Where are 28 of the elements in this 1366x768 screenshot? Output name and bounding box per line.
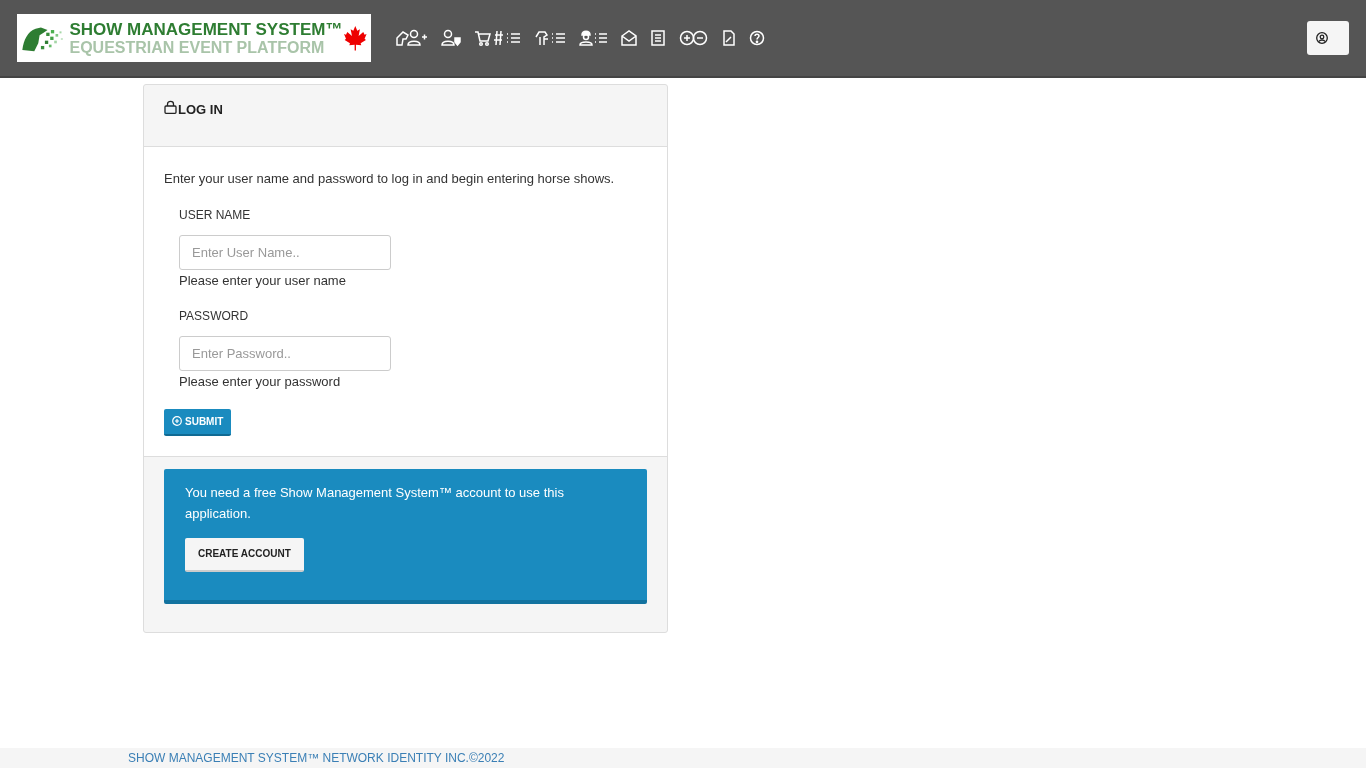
logo-subtitle: EQUESTRIAN EVENT PLATFORM [69, 39, 326, 56]
help-icon[interactable] [749, 30, 765, 46]
plus-circle-icon [172, 416, 182, 426]
worker-list-icon[interactable] [579, 29, 607, 47]
user-shield-icon[interactable] [441, 29, 461, 47]
field-hint: Please enter your password [179, 373, 342, 391]
lock-icon [164, 100, 177, 114]
envelope-open-icon[interactable] [621, 30, 637, 46]
field-label: USER NAME [179, 206, 252, 224]
notice-text: You need a free Show Management System™ account to use this application. [185, 483, 565, 523]
intro-text: Enter your user name and password to log in and begin entering horse shows. [164, 170, 616, 188]
field-label: PASSWORD [179, 308, 250, 325]
input-field[interactable]: Enter User Name.. [179, 234, 391, 270]
field-hint: Please enter your user name [179, 271, 347, 290]
horse-add-user-icon[interactable] [395, 29, 427, 47]
copyright-text: SHOW MANAGEMENT SYSTEM™ NETWORK IDENTITY INC.©2022 [128, 750, 505, 767]
submit-button[interactable]: SUBMIT [164, 408, 232, 436]
logo[interactable]: SHOW MANAGEMENT SYSTEM™ EQUESTRIAN EVENT PLATFORM [17, 14, 371, 62]
create-account-button[interactable]: CREATE ACCOUNT [185, 537, 304, 572]
user-circle-icon [1316, 32, 1328, 44]
cart-hash-list-icon[interactable] [475, 29, 521, 47]
account-button[interactable] [1307, 21, 1349, 55]
logo-title: SHOW MANAGEMENT SYSTEM™ [69, 20, 343, 38]
document-list-icon[interactable] [651, 30, 665, 46]
plus-minus-circles-icon[interactable] [679, 30, 709, 46]
signed-document-icon[interactable] [723, 30, 735, 46]
card-title: LOG IN [178, 101, 223, 119]
input-field[interactable]: Enter Password.. [179, 336, 391, 371]
